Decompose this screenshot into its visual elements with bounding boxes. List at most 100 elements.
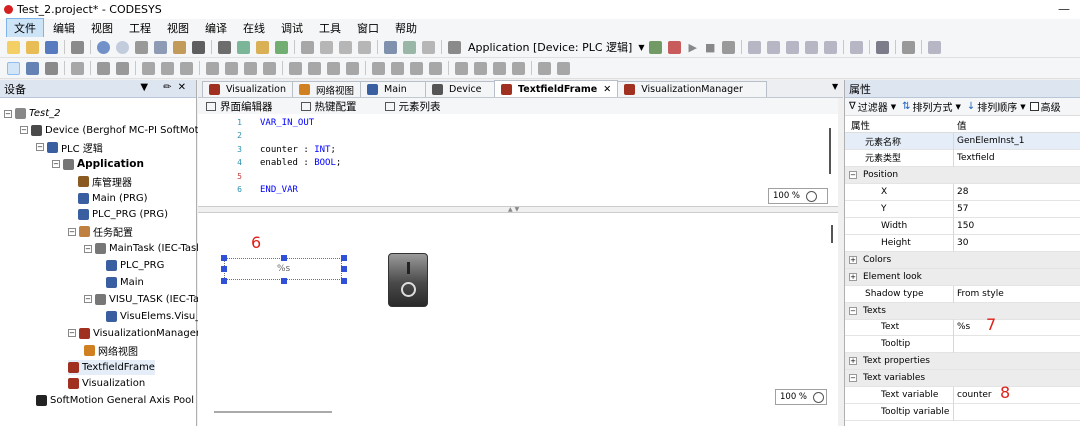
collapse-toggle-icon[interactable]: − <box>4 109 12 118</box>
editor-tab[interactable]: Device <box>425 81 496 97</box>
breakpoint-icon[interactable] <box>824 40 838 54</box>
collapse-toggle-icon[interactable]: − <box>84 295 92 304</box>
online-config-icon[interactable] <box>902 40 916 54</box>
panel-controls[interactable]: ▼ ✏✕ <box>140 82 192 93</box>
editor-tab[interactable]: TextfieldFrame ✕ <box>494 80 619 97</box>
editor-subtab[interactable]: 界面编辑器 <box>206 99 287 114</box>
chevron-down-icon[interactable]: ▼ <box>955 103 960 111</box>
align-vcenter-icon[interactable] <box>206 61 219 75</box>
code-line[interactable]: counter : INT; <box>260 145 336 155</box>
property-value[interactable]: counter <box>957 390 992 400</box>
space-h-icon[interactable] <box>327 61 340 75</box>
tree-item[interactable]: − PLC 逻辑 <box>36 140 103 155</box>
resize-handle[interactable] <box>281 278 287 284</box>
property-value[interactable]: Textfield <box>957 153 995 163</box>
property-row[interactable]: Tooltip variable <box>845 404 1080 422</box>
tree-item[interactable]: TextfieldFrame <box>68 359 155 375</box>
resize-handle[interactable] <box>221 266 227 272</box>
chevron-down-icon[interactable]: ▼ <box>891 103 896 111</box>
replace-icon[interactable] <box>237 40 250 54</box>
tab-list-chevron-icon[interactable]: ▼ <box>832 82 838 91</box>
frame-icon[interactable] <box>45 61 58 75</box>
collapse-icon[interactable]: − <box>849 306 857 315</box>
property-category[interactable]: − Texts <box>845 302 1080 320</box>
code-line[interactable]: VAR_IN_OUT <box>260 118 314 128</box>
align-bottom-icon[interactable] <box>161 61 174 75</box>
minimize-button[interactable]: — <box>1058 2 1070 16</box>
collapse-toggle-icon[interactable]: − <box>20 126 28 135</box>
property-value[interactable]: 28 <box>957 187 968 197</box>
collapse-icon[interactable]: − <box>849 170 857 179</box>
property-row[interactable]: Y 57 <box>845 200 1080 218</box>
align-left-icon[interactable] <box>97 61 110 75</box>
editor-subtab[interactable]: 元素列表 <box>384 99 455 114</box>
multiple-download-icon[interactable] <box>928 40 942 54</box>
tree-item[interactable]: − 任务配置 <box>68 224 133 239</box>
menu-item[interactable]: 视图 <box>84 19 120 37</box>
screen-icon[interactable] <box>71 61 84 75</box>
menu-item[interactable]: 视图 <box>160 19 196 37</box>
tree-item[interactable]: − VISU_TASK (IEC-Task <box>84 292 210 307</box>
expand-icon[interactable]: + <box>849 255 857 264</box>
tree-item[interactable]: VisuElems.Visu_P <box>106 309 206 324</box>
editor-tab[interactable]: Main <box>360 81 427 97</box>
expand-icon[interactable]: + <box>849 357 857 366</box>
collapse-toggle-icon[interactable]: − <box>84 244 92 253</box>
run-to-cursor-icon[interactable] <box>805 40 819 54</box>
send-back-icon[interactable] <box>429 61 442 75</box>
editor-tab[interactable]: Visualization <box>202 81 294 97</box>
select-element-icon[interactable] <box>7 61 20 75</box>
element-list-icon[interactable] <box>26 61 39 75</box>
compile-icon[interactable] <box>384 40 397 54</box>
code-scrollbar[interactable] <box>829 128 831 174</box>
same-height-icon[interactable] <box>244 61 257 75</box>
chevron-down-icon[interactable]: ▼ <box>638 43 644 52</box>
property-value[interactable]: 30 <box>957 238 968 248</box>
find-icon[interactable] <box>218 40 231 54</box>
canvas-zoom-control[interactable]: 100 % <box>775 389 827 405</box>
bring-front-icon[interactable] <box>410 61 423 75</box>
expand-icon[interactable]: + <box>849 272 857 281</box>
resize-handle[interactable] <box>341 255 347 261</box>
replace-in-project-icon[interactable] <box>275 40 288 54</box>
same-width-icon[interactable] <box>225 61 238 75</box>
active-app-icon[interactable] <box>448 40 461 54</box>
tree-item[interactable]: − MainTask (IEC-Tasks) <box>84 241 211 256</box>
send-backward-icon[interactable] <box>474 61 487 75</box>
zoom-magnifier-icon[interactable] <box>813 391 825 403</box>
bookmark-prev-icon[interactable] <box>339 40 352 54</box>
filter-icon[interactable]: ∇ <box>849 101 856 112</box>
tree-item[interactable]: Visualization <box>68 376 145 391</box>
stop-icon[interactable]: ■ <box>705 41 715 54</box>
find-in-project-icon[interactable] <box>256 40 269 54</box>
canvas-vscrollbar[interactable] <box>831 225 833 243</box>
property-row[interactable]: Width 150 <box>845 217 1080 235</box>
collapse-toggle-icon[interactable]: − <box>52 160 60 169</box>
property-category[interactable]: − Text variables <box>845 370 1080 388</box>
property-value[interactable]: GenElemInst_1 <box>957 136 1025 146</box>
close-tab-icon[interactable]: ✕ <box>603 84 611 95</box>
same-size-icon[interactable] <box>263 61 276 75</box>
property-value[interactable]: From style <box>957 289 1004 299</box>
property-value[interactable]: %s <box>957 322 970 332</box>
textfield-element[interactable]: %s <box>224 258 342 280</box>
open-folder-icon[interactable] <box>26 40 39 54</box>
property-row[interactable]: X 28 <box>845 183 1080 201</box>
menu-item[interactable]: 编译 <box>198 19 234 37</box>
bring-forward-icon[interactable] <box>455 61 468 75</box>
resize-handle[interactable] <box>341 266 347 272</box>
distribute-v-icon[interactable] <box>308 61 321 75</box>
resize-handle[interactable] <box>221 278 227 284</box>
property-row[interactable]: Tooltip <box>845 336 1080 354</box>
ungroup-icon[interactable] <box>391 61 404 75</box>
declaration-editor[interactable]: 100 % 1 VAR_IN_OUT 2 3 counter : INT; 4 enable… <box>198 114 838 206</box>
visualization-canvas[interactable]: 6 %s 100 % <box>198 213 838 426</box>
property-row[interactable]: Height 30 <box>845 234 1080 252</box>
filter-button[interactable]: 过滤器 <box>858 99 888 114</box>
property-category[interactable]: + Element look <box>845 268 1080 286</box>
tree-item[interactable]: SoftMotion General Axis Pool <box>36 393 194 408</box>
code-line[interactable]: END_VAR <box>260 185 298 195</box>
logout-icon[interactable] <box>668 40 682 54</box>
login-icon[interactable] <box>649 40 663 54</box>
editor-tab[interactable]: VisualizationManager <box>617 81 768 97</box>
